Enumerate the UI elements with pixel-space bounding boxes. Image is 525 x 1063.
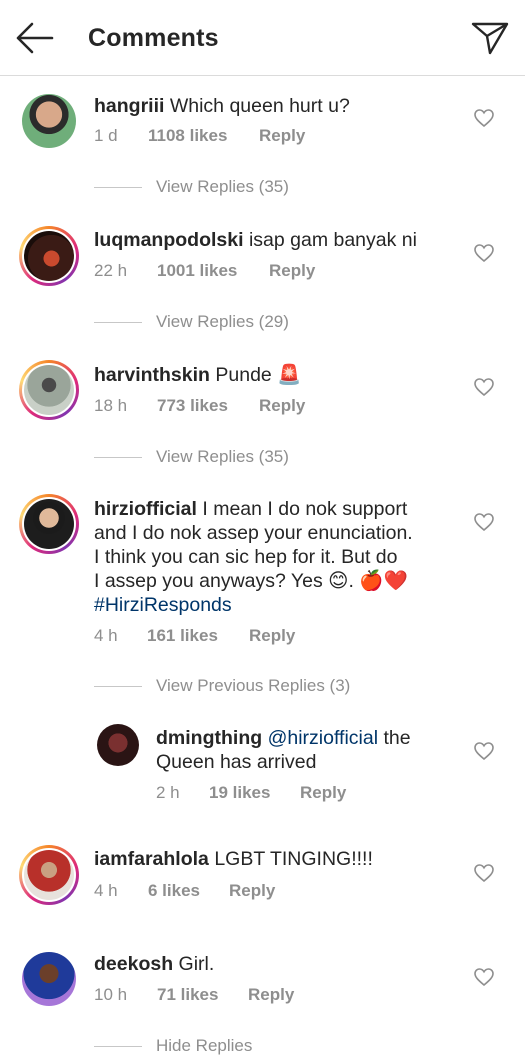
- like-heart-icon[interactable]: [473, 108, 495, 128]
- avatar[interactable]: [22, 952, 76, 1006]
- like-heart-icon[interactable]: [473, 863, 495, 883]
- comment-time: 4 h: [94, 626, 118, 645]
- avatar[interactable]: [24, 850, 74, 900]
- comment-username[interactable]: harvinthskin: [94, 364, 210, 386]
- avatar[interactable]: [22, 94, 76, 148]
- comment-likes[interactable]: 161 likes: [147, 626, 218, 646]
- direct-send-icon[interactable]: [470, 20, 510, 56]
- comment-meta: 22 h 1001 likes Reply: [94, 261, 315, 281]
- comment-text: luqmanpodolski isap gam banyak ni: [94, 228, 434, 252]
- comment-body: Girl.: [178, 953, 215, 975]
- comment-text: harvinthskin Punde 🚨: [94, 363, 434, 387]
- view-replies-link[interactable]: View Replies (29): [94, 312, 289, 332]
- reply-button[interactable]: Reply: [259, 396, 305, 416]
- view-previous-replies-link[interactable]: View Previous Replies (3): [94, 676, 350, 696]
- comment-likes[interactable]: 71 likes: [157, 985, 218, 1005]
- like-heart-icon[interactable]: [473, 243, 495, 263]
- replies-divider: [94, 322, 142, 324]
- comment-text: deekosh Girl.: [94, 952, 434, 976]
- comment-time: 18 h: [94, 396, 128, 415]
- back-arrow-icon[interactable]: [14, 20, 56, 56]
- avatar[interactable]: [24, 499, 74, 549]
- avatar[interactable]: [24, 231, 74, 281]
- comment-text: hirziofficial I mean I do nok support an…: [94, 497, 454, 617]
- comment-meta: 10 h 71 likes Reply: [94, 985, 294, 1005]
- reply-likes[interactable]: 19 likes: [209, 783, 270, 803]
- reply-meta: 2 h 19 likes Reply: [156, 783, 346, 803]
- comment-time: 10 h: [94, 985, 128, 1004]
- comment-time: 1 d: [94, 126, 118, 145]
- comment-body: isap gam banyak ni: [248, 229, 417, 251]
- story-ring[interactable]: [19, 845, 79, 905]
- reply-username[interactable]: dmingthing: [156, 727, 262, 749]
- story-ring[interactable]: [19, 360, 79, 420]
- reply-button[interactable]: Reply: [300, 783, 346, 803]
- story-ring[interactable]: [19, 226, 79, 286]
- comment-body: Punde 🚨: [215, 364, 302, 386]
- comment-likes[interactable]: 1108 likes: [148, 126, 227, 146]
- view-replies-link[interactable]: View Replies (35): [94, 447, 289, 467]
- comment-meta: 4 h 161 likes Reply: [94, 626, 295, 646]
- mention-link[interactable]: @hirziofficial: [268, 727, 378, 749]
- reply-button[interactable]: Reply: [249, 626, 295, 646]
- avatar[interactable]: [97, 724, 139, 766]
- comment-body: LGBT TINGING!!!!: [214, 848, 373, 870]
- like-heart-icon[interactable]: [473, 741, 495, 761]
- comment-meta: 18 h 773 likes Reply: [94, 396, 305, 416]
- comment-text: hangriii Which queen hurt u?: [94, 94, 434, 118]
- comment-likes[interactable]: 773 likes: [157, 396, 228, 416]
- reply-time: 2 h: [156, 783, 180, 802]
- reply-button[interactable]: Reply: [248, 985, 294, 1005]
- replies-divider: [94, 457, 142, 459]
- like-heart-icon[interactable]: [473, 377, 495, 397]
- comment-username[interactable]: luqmanpodolski: [94, 229, 244, 251]
- comment-username[interactable]: hangriii: [94, 95, 164, 117]
- page-title: Comments: [88, 24, 219, 52]
- top-bar: Comments: [0, 0, 525, 76]
- comment-meta: 1 d 1108 likes Reply: [94, 126, 305, 146]
- comment-meta: 4 h 6 likes Reply: [94, 881, 275, 901]
- comment-username[interactable]: hirziofficial: [94, 498, 197, 520]
- like-heart-icon[interactable]: [473, 512, 495, 532]
- replies-divider: [94, 187, 142, 189]
- comment-text: iamfarahlola LGBT TINGING!!!!: [94, 847, 434, 871]
- avatar[interactable]: [24, 365, 74, 415]
- reply-button[interactable]: Reply: [229, 881, 275, 901]
- story-ring[interactable]: [19, 494, 79, 554]
- comment-username[interactable]: deekosh: [94, 953, 173, 975]
- comment-likes[interactable]: 6 likes: [148, 881, 200, 901]
- comment-likes[interactable]: 1001 likes: [157, 261, 237, 281]
- replies-divider: [94, 1046, 142, 1048]
- comment-username[interactable]: iamfarahlola: [94, 848, 209, 870]
- like-heart-icon[interactable]: [473, 967, 495, 987]
- comment-time: 4 h: [94, 881, 118, 900]
- view-replies-link[interactable]: View Replies (35): [94, 177, 289, 197]
- reply-button[interactable]: Reply: [269, 261, 315, 281]
- hide-replies-link[interactable]: Hide Replies: [94, 1036, 252, 1056]
- reply-button[interactable]: Reply: [259, 126, 305, 146]
- comment-body: Which queen hurt u?: [169, 95, 350, 117]
- comment-time: 22 h: [94, 261, 128, 280]
- hashtag-link[interactable]: #HirziResponds: [94, 593, 454, 617]
- replies-divider: [94, 686, 142, 688]
- reply-text: dmingthing @hirziofficial the Queen has …: [156, 727, 411, 773]
